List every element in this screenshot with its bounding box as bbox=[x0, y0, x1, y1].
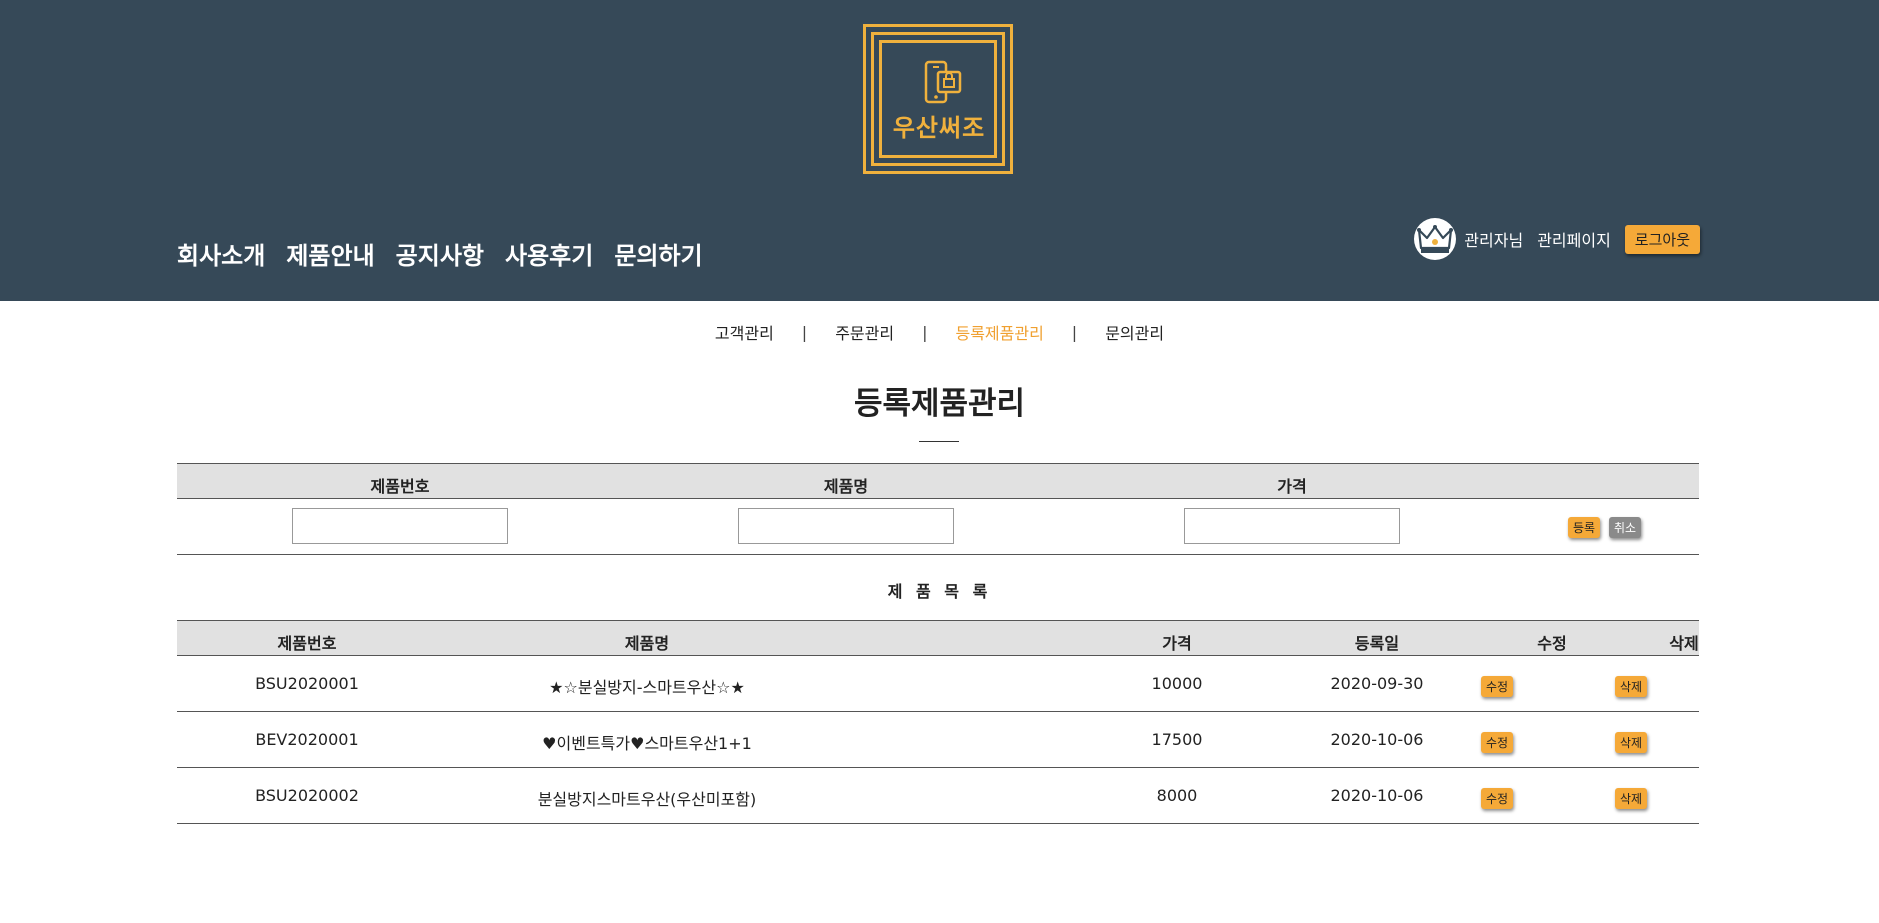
cell-product-name: ♥이벤트특가♥스마트우산1+1 bbox=[542, 734, 752, 753]
site-header: 우산써조 회사소개 제품안내 공지사항 사용후기 문의하기 관리자님 관리페이지… bbox=[0, 0, 1879, 301]
subnav-separator: | bbox=[922, 322, 928, 342]
cell-product-code: BEV2020001 bbox=[255, 730, 359, 749]
col-header-price: 가격 bbox=[1162, 634, 1192, 653]
cell-price: 10000 bbox=[1151, 674, 1203, 693]
subnav-separator: | bbox=[801, 322, 808, 342]
cell-date: 2020-10-06 bbox=[1330, 730, 1424, 749]
register-input-row: 등록 취소 bbox=[177, 499, 1699, 555]
subnav-separator: | bbox=[1071, 322, 1078, 342]
table-row: BSU2020002 분실방지스마트우산(우산미포함) 8000 2020-10… bbox=[177, 768, 1699, 824]
cell-date: 2020-10-06 bbox=[1330, 786, 1424, 805]
list-header-row: 제품번호 제품명 가격 등록일 수정 삭제 bbox=[177, 620, 1699, 656]
product-code-input[interactable] bbox=[292, 508, 508, 544]
nav-reviews[interactable]: 사용후기 bbox=[505, 236, 593, 271]
user-area: 관리자님 관리페이지 로그아웃 bbox=[1414, 218, 1700, 260]
nav-products[interactable]: 제품안내 bbox=[286, 236, 374, 271]
cell-product-name: ★☆분실방지-스마트우산☆★ bbox=[549, 678, 745, 697]
nav-inquiry[interactable]: 문의하기 bbox=[614, 236, 702, 271]
product-price-input[interactable] bbox=[1184, 508, 1400, 544]
subnav-products[interactable]: 등록제품관리 bbox=[955, 320, 1043, 344]
logout-button[interactable]: 로그아웃 bbox=[1624, 224, 1700, 254]
col-header-delete: 삭제 bbox=[1669, 634, 1699, 653]
col-header-date: 등록일 bbox=[1354, 634, 1400, 653]
crown-icon bbox=[1417, 225, 1454, 253]
subnav-customers[interactable]: 고객관리 bbox=[715, 320, 774, 344]
page-title: 등록제품관리 bbox=[853, 386, 1026, 422]
user-greeting: 관리자님 bbox=[1464, 231, 1524, 250]
admin-crown-avatar bbox=[1414, 218, 1457, 260]
edit-button[interactable]: 수정 bbox=[1481, 732, 1514, 753]
delete-button[interactable]: 삭제 bbox=[1615, 676, 1648, 697]
delete-button[interactable]: 삭제 bbox=[1615, 732, 1648, 753]
register-button[interactable]: 등록 bbox=[1568, 517, 1601, 538]
product-list-title: 제 품 목 록 bbox=[887, 582, 992, 601]
register-header-code: 제품번호 bbox=[370, 477, 430, 496]
title-divider bbox=[919, 441, 959, 442]
register-header-row: 제품번호 제품명 가격 bbox=[177, 463, 1699, 499]
subnav-inquiries[interactable]: 문의관리 bbox=[1105, 320, 1164, 344]
col-header-name: 제품명 bbox=[624, 634, 670, 653]
edit-button[interactable]: 수정 bbox=[1481, 788, 1514, 809]
table-row: BSU2020001 ★☆분실방지-스마트우산☆★ 10000 2020-09-… bbox=[177, 656, 1699, 712]
table-row: BEV2020001 ♥이벤트특가♥스마트우산1+1 17500 2020-10… bbox=[177, 712, 1699, 768]
main-nav: 회사소개 제품안내 공지사항 사용후기 문의하기 bbox=[177, 236, 703, 271]
product-register-form: 제품번호 제품명 가격 등록 취소 bbox=[177, 463, 1699, 555]
admin-page-link[interactable]: 관리페이지 bbox=[1537, 227, 1611, 251]
product-name-input[interactable] bbox=[738, 508, 954, 544]
delete-button[interactable]: 삭제 bbox=[1615, 788, 1648, 809]
cell-price: 17500 bbox=[1151, 730, 1203, 749]
cell-date: 2020-09-30 bbox=[1330, 674, 1424, 693]
register-header-name: 제품명 bbox=[823, 477, 869, 496]
logo-text: 우산써조 bbox=[892, 114, 986, 142]
edit-button[interactable]: 수정 bbox=[1481, 676, 1514, 697]
cell-price: 8000 bbox=[1156, 786, 1198, 805]
cell-product-code: BSU2020002 bbox=[255, 786, 359, 805]
nav-notice[interactable]: 공지사항 bbox=[396, 236, 484, 271]
site-logo[interactable]: 우산써조 bbox=[863, 24, 1015, 176]
admin-sub-nav: 고객관리 | 주문관리 | 등록제품관리 | 문의관리 bbox=[0, 320, 1879, 344]
register-header-price: 가격 bbox=[1277, 477, 1307, 496]
col-header-code: 제품번호 bbox=[277, 634, 337, 653]
cancel-button[interactable]: 취소 bbox=[1609, 517, 1642, 538]
cell-product-name: 분실방지스마트우산(우산미포함) bbox=[537, 790, 757, 809]
product-list-table: 제품번호 제품명 가격 등록일 수정 삭제 BSU2020001 ★☆분실방지-… bbox=[177, 620, 1699, 824]
phone-lock-icon bbox=[924, 60, 962, 104]
subnav-orders[interactable]: 주문관리 bbox=[835, 320, 894, 344]
col-header-edit: 수정 bbox=[1537, 634, 1567, 653]
cell-product-code: BSU2020001 bbox=[255, 674, 359, 693]
nav-company[interactable]: 회사소개 bbox=[177, 236, 265, 271]
